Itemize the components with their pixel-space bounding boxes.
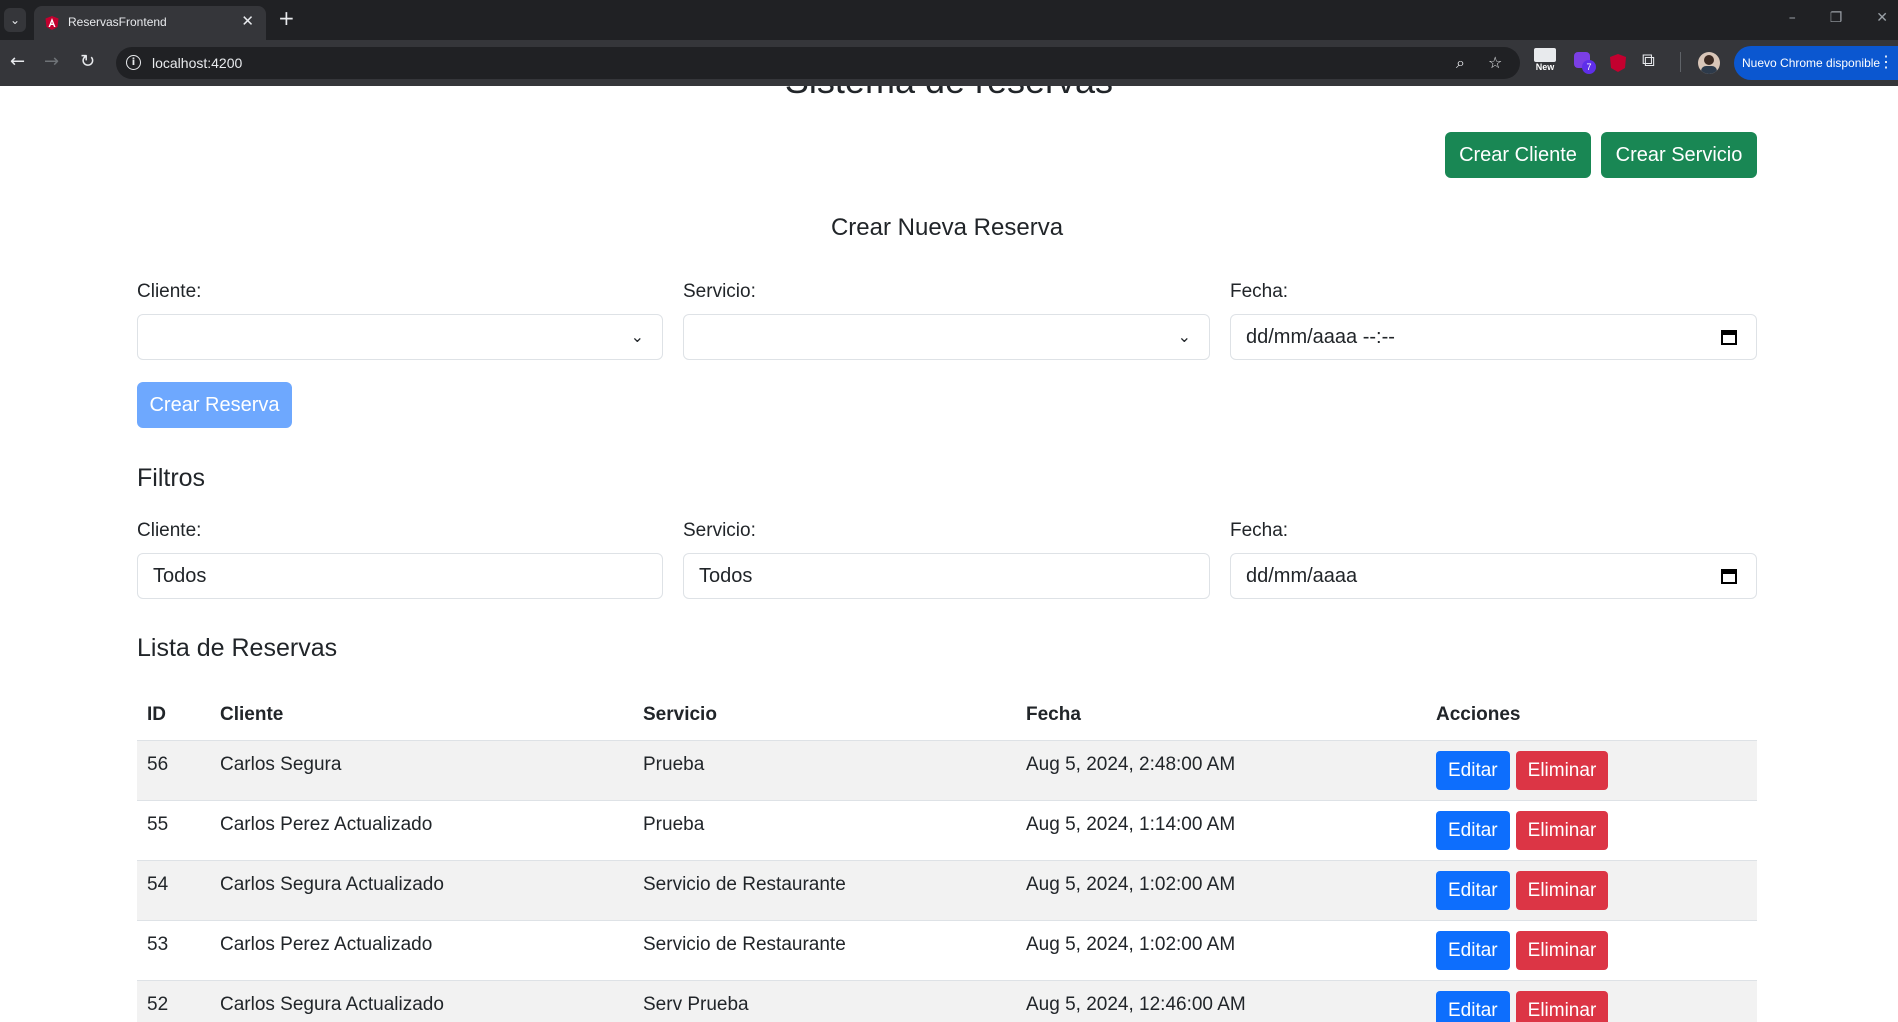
column-header-cliente: Cliente [210,690,633,741]
tab-search-dropdown-icon[interactable]: ⌄ [4,8,26,32]
column-header-id: ID [137,690,210,741]
minimize-icon[interactable]: – [1789,10,1796,26]
row-cliente: Carlos Segura [220,753,342,775]
close-tab-icon[interactable]: ✕ [241,12,254,30]
filter-service-label: Servicio: [683,520,756,541]
extension-badge-icon[interactable]: 7 [1572,52,1596,74]
reservations-table: ID Cliente Servicio Fecha Acciones 56 Ca… [137,690,1757,1022]
row-servicio: Serv Prueba [643,993,749,1015]
table-row: 52 Carlos Segura Actualizado Serv Prueba… [137,980,1757,1022]
row-cliente: Carlos Perez Actualizado [220,813,433,835]
chrome-update-button[interactable]: Nuevo Chrome disponible ⋮ [1734,46,1898,80]
edit-button[interactable]: Editar [1436,811,1510,850]
bookmark-star-icon[interactable]: ☆ [1488,53,1502,72]
restore-icon[interactable]: ❐ [1830,10,1843,26]
delete-button[interactable]: Eliminar [1515,991,1609,1022]
browser-tab-bar: ⌄ ReservasFrontend ✕ + – ❐ ✕ [0,0,1898,40]
chrome-update-label: Nuevo Chrome disponible [1742,56,1881,70]
create-reservation-button[interactable]: Crear Reserva [137,382,292,428]
delete-button[interactable]: Eliminar [1515,811,1609,850]
row-fecha: Aug 5, 2024, 1:14:00 AM [1026,813,1236,835]
reload-icon[interactable]: ↻ [80,51,95,72]
service-label: Servicio: [683,281,756,302]
row-fecha: Aug 5, 2024, 1:02:00 AM [1026,873,1236,895]
new-tab-icon[interactable]: + [278,6,295,30]
row-id: 55 [147,813,169,835]
filter-date-placeholder: dd/mm/aaaa [1246,565,1358,587]
toolbar-divider [1680,52,1681,72]
page-title: Sistema de reservas [0,86,1898,102]
filter-client-value: Todos [153,565,207,587]
table-row: 55 Carlos Perez Actualizado Prueba Aug 5… [137,800,1757,861]
create-reservation-title: Crear Nueva Reserva [830,214,1064,241]
browser-toolbar: ← → ↻ i localhost:4200 ⌕ ☆ New 7 ⧉ Nuevo… [0,40,1898,86]
row-fecha: Aug 5, 2024, 2:48:00 AM [1026,753,1236,775]
row-servicio: Prueba [643,813,705,835]
reservations-list-title: Lista de Reservas [137,634,338,662]
client-label: Cliente: [137,281,202,302]
site-info-icon[interactable]: i [126,55,141,70]
angular-devtools-icon[interactable] [1607,52,1629,74]
tab-title: ReservasFrontend [68,15,167,29]
address-bar[interactable]: i localhost:4200 ⌕ ☆ [116,47,1520,79]
table-header-row: ID Cliente Servicio Fecha Acciones [137,690,1757,741]
edit-button[interactable]: Editar [1436,991,1510,1022]
column-header-servicio: Servicio [633,690,1016,741]
delete-button[interactable]: Eliminar [1515,751,1609,790]
url-text[interactable]: localhost:4200 [152,55,242,71]
row-servicio: Servicio de Restaurante [643,873,846,895]
column-header-fecha: Fecha [1016,690,1426,741]
row-servicio: Prueba [643,753,705,775]
table-row: 54 Carlos Segura Actualizado Servicio de… [137,860,1757,921]
zoom-icon[interactable]: ⌕ [1456,53,1465,73]
edit-button[interactable]: Editar [1436,871,1510,910]
forward-arrow-icon[interactable]: → [44,51,59,72]
row-fecha: Aug 5, 2024, 12:46:00 AM [1026,993,1246,1015]
filter-service-value: Todos [699,565,753,587]
calendar-icon[interactable] [1720,567,1738,585]
delete-button[interactable]: Eliminar [1515,871,1609,910]
table-row: 53 Carlos Perez Actualizado Servicio de … [137,920,1757,981]
row-servicio: Servicio de Restaurante [643,933,846,955]
create-client-button[interactable]: Crear Cliente [1445,132,1591,178]
row-fecha: Aug 5, 2024, 1:02:00 AM [1026,933,1236,955]
angular-favicon-icon [45,16,59,30]
browser-tab[interactable]: ReservasFrontend ✕ [34,6,266,40]
row-id: 52 [147,993,169,1015]
news-extension-icon[interactable]: New [1534,48,1556,74]
filter-date-input[interactable]: dd/mm/aaaa [1230,553,1757,599]
chrome-menu-icon[interactable]: ⋮ [1878,46,1894,80]
edit-button[interactable]: Editar [1436,931,1510,970]
datetime-input[interactable]: dd/mm/aaaa --:-- [1230,314,1757,360]
page-content: Sistema de reservas Crear Cliente Crear … [0,86,1898,1022]
row-id: 56 [147,753,169,775]
column-header-acciones: Acciones [1426,690,1757,741]
delete-button[interactable]: Eliminar [1515,931,1609,970]
client-select[interactable]: ⌄ [137,314,663,360]
back-arrow-icon[interactable]: ← [10,51,25,72]
chevron-down-icon: ⌄ [1177,327,1191,346]
close-window-icon[interactable]: ✕ [1876,10,1888,26]
table-row: 56 Carlos Segura Prueba Aug 5, 2024, 2:4… [137,740,1757,801]
filter-date-label: Fecha: [1230,520,1289,541]
row-cliente: Carlos Perez Actualizado [220,933,433,955]
chevron-down-icon: ⌄ [630,327,644,346]
row-cliente: Carlos Segura Actualizado [220,873,444,895]
row-id: 53 [147,933,169,955]
calendar-icon[interactable] [1720,328,1738,346]
create-service-button[interactable]: Crear Servicio [1601,132,1757,178]
extensions-puzzle-icon[interactable]: ⧉ [1642,50,1655,71]
filter-service-input[interactable]: Todos [683,553,1210,599]
datetime-placeholder: dd/mm/aaaa --:-- [1246,326,1395,348]
filters-title: Filtros [137,464,206,492]
window-controls: – ❐ ✕ [1755,10,1888,26]
filter-client-input[interactable]: Todos [137,553,663,599]
service-select[interactable]: ⌄ [683,314,1210,360]
row-cliente: Carlos Segura Actualizado [220,993,444,1015]
date-label: Fecha: [1230,281,1289,302]
edit-button[interactable]: Editar [1436,751,1510,790]
row-id: 54 [147,873,169,895]
profile-avatar[interactable] [1698,52,1720,74]
filter-client-label: Cliente: [137,520,202,541]
